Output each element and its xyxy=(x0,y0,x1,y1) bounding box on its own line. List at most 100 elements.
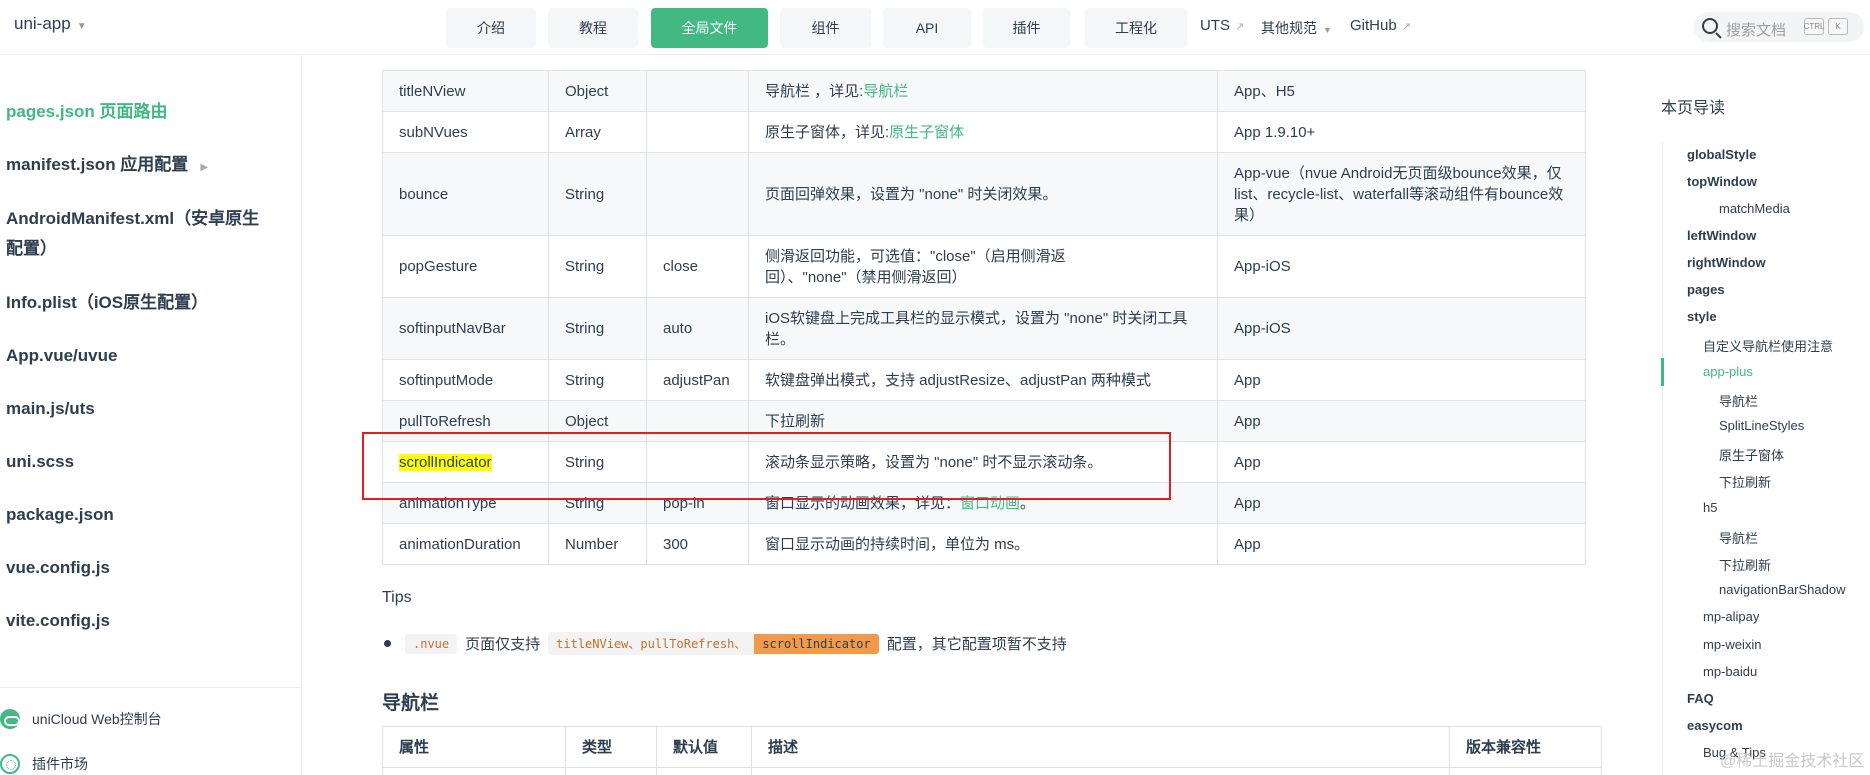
navbar-table: 属性 类型 默认值 描述 版本兼容性 xyxy=(382,726,1602,775)
sidebar-item-vue-config[interactable]: vue.config.js xyxy=(6,553,110,583)
search-box[interactable]: 搜索文档 CTRL K xyxy=(1694,12,1864,42)
nav-link-github[interactable]: GitHub ↗ xyxy=(1350,17,1411,34)
table-cell xyxy=(646,152,749,236)
table-cell: Object xyxy=(548,70,647,112)
sidebar-item-androidmanifest[interactable]: AndroidManifest.xml（安卓原生 配置） xyxy=(6,204,259,264)
table-cell xyxy=(646,400,749,442)
toc-item[interactable]: FAQ xyxy=(1687,691,1714,706)
sidebar-item-package-json[interactable]: package.json xyxy=(6,500,114,530)
tab-global-files[interactable]: 全局文件 xyxy=(651,8,768,48)
table-row xyxy=(382,767,1602,775)
table-cell: App xyxy=(1217,441,1586,483)
table-cell: close xyxy=(646,235,749,298)
table-row: bounce String 页面回弹效果，设置为 "none" 时关闭效果。 A… xyxy=(382,152,1586,236)
inline-code-highlighted: scrollIndicator xyxy=(754,633,879,654)
toc-item[interactable]: rightWindow xyxy=(1687,255,1766,270)
toc-item[interactable]: matchMedia xyxy=(1719,201,1790,216)
toc-active-indicator xyxy=(1661,358,1664,386)
desc-suffix: 。 xyxy=(1020,494,1036,512)
table-cell: popGesture xyxy=(382,235,549,298)
toc-item[interactable]: mp-baidu xyxy=(1703,664,1757,679)
sidebar-item-label: AndroidManifest.xml（安卓原生 xyxy=(6,209,260,228)
toc-item[interactable]: 自定义导航栏使用注意 xyxy=(1703,336,1833,355)
table-cell: softinputNavBar xyxy=(382,297,549,360)
toc-item[interactable]: pages xyxy=(1687,282,1725,297)
sidebar-item-app-vue[interactable]: App.vue/uvue xyxy=(6,341,117,371)
tab-components[interactable]: 组件 xyxy=(780,8,871,48)
sidebar-item-pages-json[interactable]: pages.json 页面路由 xyxy=(6,97,168,127)
link-navbar[interactable]: 导航栏 xyxy=(863,83,908,100)
toc-item[interactable]: mp-weixin xyxy=(1703,637,1762,652)
other-label: 其他规范 xyxy=(1261,20,1317,36)
table-cell: 原生子窗体，详见:原生子窗体 xyxy=(748,111,1218,153)
link-window-animation[interactable]: 窗口动画 xyxy=(960,495,1020,512)
sidebar-item-info-plist[interactable]: Info.plist（iOS原生配置） xyxy=(6,288,208,318)
table-cell: 页面回弹效果，设置为 "none" 时关闭效果。 xyxy=(748,152,1218,236)
toc-item[interactable]: 导航栏 xyxy=(1719,528,1758,547)
table-header: 默认值 xyxy=(656,726,752,768)
toc-item[interactable]: 下拉刷新 xyxy=(1719,555,1771,574)
tab-label: 插件 xyxy=(1012,20,1041,36)
toc-item[interactable]: style xyxy=(1687,309,1717,324)
table-cell: pop-in xyxy=(646,482,749,524)
table-cell: adjustPan xyxy=(646,359,749,401)
sidebar-link-plugin-market[interactable]: 插件市场 xyxy=(0,754,88,774)
tab-plugins[interactable]: 插件 xyxy=(983,8,1070,48)
brand-label: uni-app xyxy=(14,14,71,33)
toc-item[interactable]: 导航栏 xyxy=(1719,391,1758,410)
sidebar-link-label: 插件市场 xyxy=(32,756,88,772)
sidebar-item-uni-scss[interactable]: uni.scss xyxy=(6,447,74,477)
external-link-icon: ↗ xyxy=(1401,21,1411,33)
toc-item[interactable]: navigationBarShadow xyxy=(1719,582,1845,597)
search-icon xyxy=(1702,18,1718,34)
toc-item[interactable]: SplitLineStyles xyxy=(1719,418,1804,433)
sidebar-item-main-js[interactable]: main.js/uts xyxy=(6,394,95,424)
toc-item[interactable]: 下拉刷新 xyxy=(1719,472,1771,491)
table-row: subNVues Array 原生子窗体，详见:原生子窗体 App 1.9.10… xyxy=(382,111,1586,153)
table-cell: Object xyxy=(548,400,647,442)
table-row: softinputNavBar String auto iOS软键盘上完成工具栏… xyxy=(382,297,1586,360)
sidebar-item-manifest-json[interactable]: manifest.json 应用配置 ▶ xyxy=(6,150,208,183)
tips-heading: Tips xyxy=(382,589,412,606)
link-subnvue[interactable]: 原生子窗体 xyxy=(889,124,964,141)
toc-item[interactable]: easycom xyxy=(1687,718,1743,733)
toc-item[interactable]: 原生子窗体 xyxy=(1719,445,1784,464)
toc-item[interactable]: leftWindow xyxy=(1687,228,1756,243)
toc-item[interactable]: h5 xyxy=(1703,500,1717,515)
tips-text: 页面仅支持 xyxy=(465,636,541,653)
chevron-down-icon: ▼ xyxy=(76,21,87,32)
tab-label: 全局文件 xyxy=(681,20,738,36)
toc-item[interactable]: globalStyle xyxy=(1687,147,1756,162)
sidebar-divider xyxy=(0,687,302,688)
tab-tutorial[interactable]: 教程 xyxy=(548,8,638,48)
table-cell: subNVues xyxy=(382,111,549,153)
chevron-down-icon: ▼ xyxy=(1323,25,1332,35)
table-cell: String xyxy=(548,482,647,524)
table-cell xyxy=(646,70,749,112)
toc-item[interactable]: topWindow xyxy=(1687,174,1757,189)
table-header: 属性 xyxy=(382,726,566,768)
table-cell: scrollIndicator xyxy=(382,441,549,483)
nav-menu-other[interactable]: 其他规范 ▼ xyxy=(1261,18,1332,38)
toc-item[interactable]: mp-alipay xyxy=(1703,609,1759,624)
sidebar-link-unicloud[interactable]: uniCloud Web控制台 xyxy=(0,709,162,729)
tab-intro[interactable]: 介绍 xyxy=(446,8,536,48)
table-row: softinputMode String adjustPan 软键盘弹出模式，支… xyxy=(382,359,1586,401)
sidebar-item-vite-config[interactable]: vite.config.js xyxy=(6,606,110,636)
nav-link-uts[interactable]: UTS ↗ xyxy=(1200,17,1244,34)
table-cell: bounce xyxy=(382,152,549,236)
brand-menu[interactable]: uni-app ▼ xyxy=(14,14,87,34)
github-label: GitHub xyxy=(1350,17,1397,34)
table-header: 版本兼容性 xyxy=(1449,726,1602,768)
toc-item-active[interactable]: app-plus xyxy=(1703,364,1753,379)
sidebar-item-label: 配置） xyxy=(6,239,57,258)
chevron-right-icon: ▶ xyxy=(200,162,209,173)
desc-text: 导航栏 ，详见: xyxy=(765,82,864,100)
highlighted-prop: scrollIndicator xyxy=(399,453,492,471)
cloud-icon xyxy=(0,709,20,729)
table-cell: titleNView xyxy=(382,70,549,112)
table-row: titleNView Object 导航栏 ，详见:导航栏 App、H5 xyxy=(382,70,1586,112)
tab-api[interactable]: API xyxy=(883,8,971,48)
tab-engineering[interactable]: 工程化 xyxy=(1085,8,1187,48)
table-cell: App xyxy=(1217,523,1586,565)
